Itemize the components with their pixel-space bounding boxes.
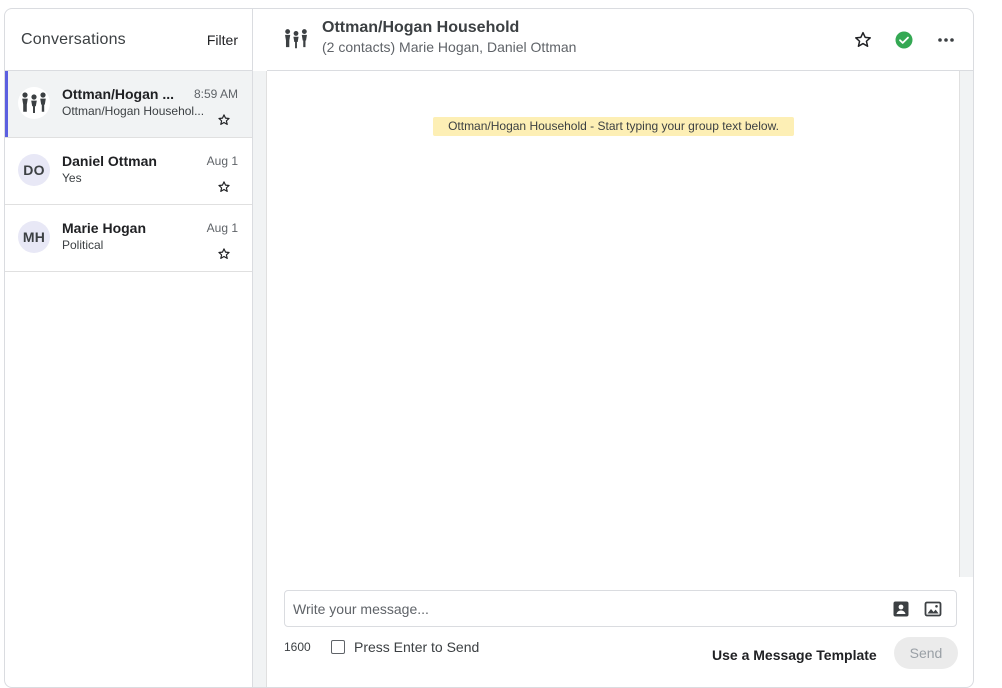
check-circle-icon[interactable] [894, 30, 916, 52]
message-composer [284, 590, 957, 627]
filter-button[interactable]: Filter [207, 32, 238, 48]
message-template-button[interactable]: Use a Message Template [712, 647, 877, 663]
conversation-item-daniel-ottman[interactable]: DO Daniel Ottman Aug 1 Yes [5, 138, 252, 205]
group-start-banner: Ottman/Hogan Household - Start typing yo… [433, 117, 794, 136]
message-thread: Ottman/Hogan Household - Start typing yo… [267, 71, 959, 577]
character-count: 1600 [284, 640, 311, 654]
conversation-pane: Ottman/Hogan Household (2 contacts) Mari… [267, 9, 973, 687]
conversation-preview: Political [62, 238, 104, 252]
group-icon [283, 26, 309, 52]
enter-to-send-label: Press Enter to Send [354, 639, 480, 655]
sidebar-title: Conversations [21, 30, 126, 48]
contact-card-icon[interactable] [892, 600, 910, 618]
conversation-item-marie-hogan[interactable]: MH Marie Hogan Aug 1 Political [5, 205, 252, 272]
avatar: DO [18, 154, 50, 186]
star-icon[interactable] [217, 113, 231, 127]
thread-scrollbar[interactable] [959, 71, 973, 577]
conversation-preview: Yes [62, 171, 82, 185]
conversation-time: Aug 1 [206, 154, 238, 168]
enter-to-send-checkbox[interactable] [331, 640, 345, 654]
send-button[interactable]: Send [894, 637, 958, 669]
conversation-time: Aug 1 [206, 221, 238, 235]
conversation-sidebar: Conversations Filter Ottman/Hogan ... 8:… [5, 9, 253, 687]
conversation-time: 8:59 AM [193, 87, 238, 101]
app-window: Conversations Filter Ottman/Hogan ... 8:… [4, 8, 974, 688]
star-icon[interactable] [217, 180, 231, 194]
sidebar-scrollbar[interactable] [253, 71, 267, 687]
more-horizontal-icon[interactable] [936, 30, 958, 52]
conversation-header: Ottman/Hogan Household (2 contacts) Mari… [267, 9, 973, 71]
conversation-item-ottman-hogan[interactable]: Ottman/Hogan ... 8:59 AM Ottman/Hogan Ho… [5, 71, 252, 138]
star-icon[interactable] [853, 30, 875, 52]
conversation-title: Ottman/Hogan Household [322, 19, 520, 36]
conversation-preview: Ottman/Hogan Househol... [62, 104, 205, 118]
avatar: MH [18, 221, 50, 253]
conversation-name: Daniel Ottman [62, 153, 157, 169]
conversation-name: Ottman/Hogan ... [62, 86, 174, 102]
star-icon[interactable] [217, 247, 231, 261]
group-icon [18, 87, 50, 119]
conversation-subtitle: (2 contacts) Marie Hogan, Daniel Ottman [322, 39, 577, 55]
image-icon[interactable] [924, 600, 942, 618]
sidebar-header: Conversations Filter [5, 9, 252, 71]
message-input[interactable] [293, 599, 873, 619]
enter-to-send-toggle[interactable]: Press Enter to Send [331, 639, 479, 655]
conversation-name: Marie Hogan [62, 220, 147, 236]
